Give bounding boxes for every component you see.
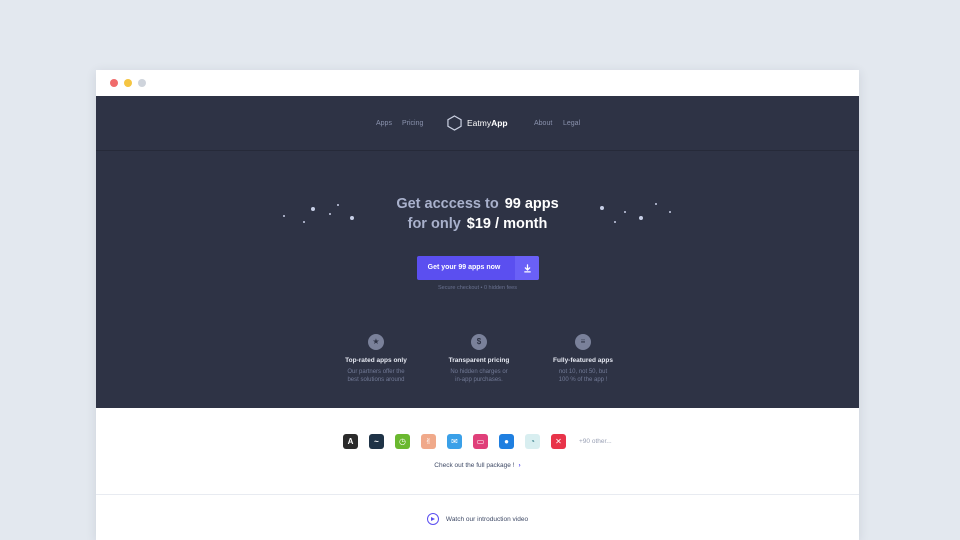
maximize-window-dot[interactable] xyxy=(138,79,146,87)
feature-top-rated: ★ Top-rated apps only Our partners offer… xyxy=(326,334,426,384)
full-package-link-label: Check out the full package ! xyxy=(434,462,515,469)
font-app-icon[interactable]: A xyxy=(343,433,358,449)
price-prefix: for only xyxy=(407,216,461,232)
brand-name-part2: App xyxy=(491,118,508,128)
feature-description-line: 100 % of the app ! xyxy=(558,377,608,383)
feature-description-line: No hidden charges or xyxy=(450,369,508,375)
feature-description: Our partners offer the best solutions aro… xyxy=(326,368,426,384)
feature-description-line: Our partners offer the xyxy=(347,369,405,375)
hero-headline-line1: Get acccess to 99 apps xyxy=(96,196,859,212)
feature-title: Transparent pricing xyxy=(448,357,510,364)
get-apps-button[interactable]: Get your 99 apps now xyxy=(417,256,539,280)
minimize-window-dot[interactable] xyxy=(124,79,132,87)
feature-title: Top-rated apps only xyxy=(345,357,407,364)
get-apps-button-label: Get your 99 apps now xyxy=(427,264,501,271)
hand-app-icon[interactable]: ✌ xyxy=(421,433,436,449)
brand-logo[interactable]: EatmyApp xyxy=(447,115,508,131)
browser-window: Apps Pricing EatmyApp About Legal Get ac… xyxy=(96,70,859,540)
feature-title: Fully-featured apps xyxy=(553,357,613,364)
decorative-star xyxy=(329,213,331,215)
headline-prefix: Get acccess to xyxy=(396,196,499,212)
chevron-right-icon: › xyxy=(518,462,521,469)
monitor-app-icon[interactable]: ▭ xyxy=(473,433,488,449)
feature-description: not 10, not 50, but 100 % of the app ! xyxy=(533,368,633,384)
app-icons-row: A ~ ◷ ✌ ✉ ▭ ● ◔ ✕ +90 other... xyxy=(343,433,612,449)
section-divider xyxy=(96,494,859,495)
feature-description-line: best solutions around xyxy=(347,377,405,383)
play-icon xyxy=(426,513,439,525)
nav-link-about[interactable]: About xyxy=(534,120,552,127)
brand-name: EatmyApp xyxy=(467,118,508,128)
clock-app-icon[interactable]: ◷ xyxy=(395,433,410,449)
secure-checkout-note: Secure checkout • 0 hidden fees xyxy=(438,285,517,291)
x-app-icon[interactable]: ✕ xyxy=(551,433,566,449)
more-apps-label[interactable]: +90 other... xyxy=(579,438,612,445)
wave-app-icon[interactable]: ~ xyxy=(369,433,384,449)
dollar-icon: $ xyxy=(471,334,487,350)
nav-link-apps[interactable]: Apps xyxy=(376,120,392,127)
intro-video-label: Watch our introduction video xyxy=(445,515,529,523)
brand-name-part1: Eatmy xyxy=(467,118,492,128)
drop-app-icon[interactable]: ● xyxy=(499,433,514,449)
intro-video-link[interactable]: Watch our introduction video xyxy=(96,513,859,525)
gauge-app-icon[interactable]: ◔ xyxy=(525,433,540,449)
window-titlebar xyxy=(96,70,859,96)
hero-section: Apps Pricing EatmyApp About Legal Get ac… xyxy=(96,96,859,408)
feature-description-line: not 10, not 50, but xyxy=(558,369,608,375)
feature-fully-featured: ≡ Fully-featured apps not 10, not 50, bu… xyxy=(533,334,633,384)
hero-headline-line2: for only $19 / month xyxy=(96,216,859,232)
headline-highlight: 99 apps xyxy=(504,196,559,212)
hexagon-logo-icon xyxy=(447,115,462,131)
feature-description-line: in-app purchases. xyxy=(455,377,503,383)
chat-app-icon[interactable]: ✉ xyxy=(447,433,462,449)
close-window-dot[interactable] xyxy=(110,79,118,87)
nav-link-pricing[interactable]: Pricing xyxy=(402,120,423,127)
star-icon: ★ xyxy=(368,334,384,350)
feature-description: No hidden charges or in-app purchases. xyxy=(429,368,529,384)
nav-link-legal[interactable]: Legal xyxy=(563,120,580,127)
full-package-link[interactable]: Check out the full package ! › xyxy=(96,462,859,469)
download-icon xyxy=(515,256,539,280)
top-nav: Apps Pricing EatmyApp About Legal xyxy=(96,96,859,151)
price-highlight: $19 / month xyxy=(466,216,548,232)
feature-transparent-pricing: $ Transparent pricing No hidden charges … xyxy=(429,334,529,384)
list-check-icon: ≡ xyxy=(575,334,591,350)
